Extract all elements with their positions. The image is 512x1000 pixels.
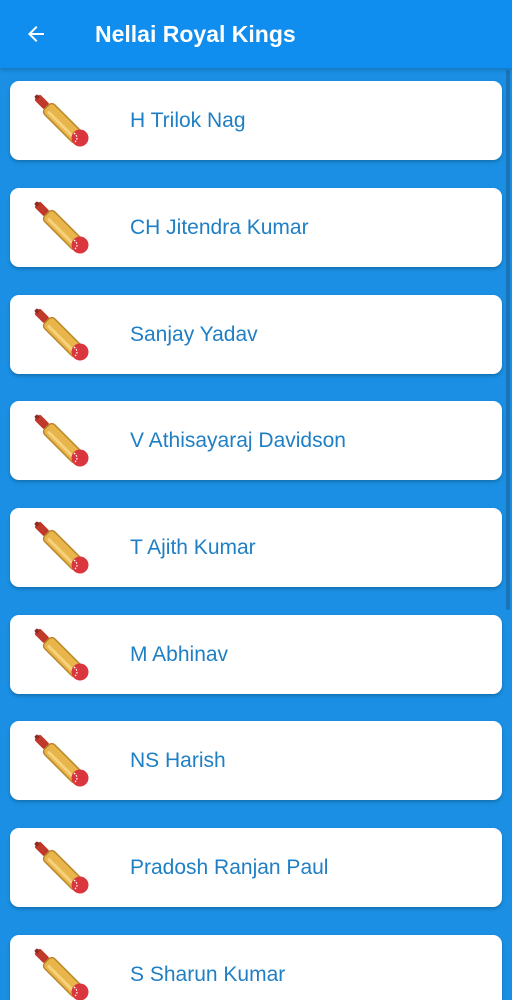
cricket-bat-ball-icon (34, 521, 89, 574)
arrow-left-icon (28, 26, 44, 42)
player-name: Pradosh Ranjan Paul (130, 856, 329, 879)
player-name: NS Harish (130, 749, 226, 772)
cricket-bat-ball-icon (34, 94, 89, 147)
player-card[interactable]: T Ajith Kumar (10, 508, 502, 587)
player-card[interactable]: V Athisayaraj Davidson (10, 401, 502, 480)
player-card[interactable]: CH Jitendra Kumar (10, 188, 502, 267)
player-card[interactable]: S Sharun Kumar (10, 935, 502, 1000)
app-bar: Nellai Royal Kings (0, 0, 512, 68)
player-card[interactable]: NS Harish (10, 721, 502, 800)
player-card[interactable]: Sanjay Yadav (10, 295, 502, 374)
player-name: CH Jitendra Kumar (130, 216, 309, 239)
back-button[interactable] (16, 14, 56, 54)
player-name: S Sharun Kumar (130, 963, 286, 986)
player-card[interactable]: Pradosh Ranjan Paul (10, 828, 502, 907)
cricket-bat-ball-icon (34, 308, 89, 361)
player-name: V Athisayaraj Davidson (130, 429, 346, 452)
app-screen: Nellai Royal Kings H Trilok Nag CH Jiten… (0, 0, 512, 1000)
cricket-bat-ball-icon (34, 414, 89, 467)
page-title: Nellai Royal Kings (95, 21, 296, 47)
cricket-bat-ball-icon (34, 201, 89, 254)
player-card[interactable]: M Abhinav (10, 615, 502, 694)
cricket-bat-ball-icon (34, 628, 89, 681)
player-list[interactable]: H Trilok Nag CH Jitendra Kumar Sanjay Ya… (0, 68, 512, 1000)
cricket-bat-ball-icon (34, 734, 89, 787)
player-name: M Abhinav (130, 643, 229, 666)
player-name: H Trilok Nag (130, 109, 246, 132)
cricket-bat-ball-icon (34, 948, 89, 1000)
scrollbar[interactable] (506, 70, 510, 610)
player-card[interactable]: H Trilok Nag (10, 81, 502, 160)
cricket-bat-ball-icon (34, 841, 89, 894)
player-name: Sanjay Yadav (130, 323, 258, 346)
player-name: T Ajith Kumar (130, 536, 256, 559)
